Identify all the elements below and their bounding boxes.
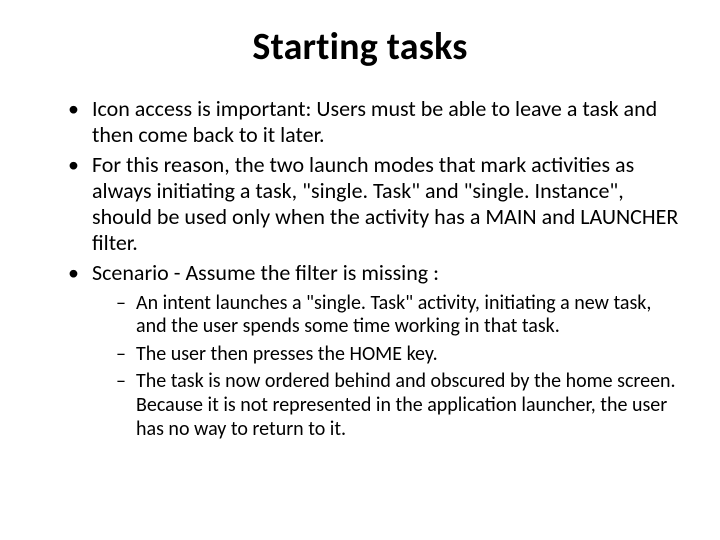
bullet-item: For this reason, the two launch modes th…	[68, 152, 680, 256]
sub-bullet-item: The task is now ordered behind and obscu…	[116, 370, 680, 441]
sub-bullet-text: The user then presses the HOME key.	[136, 342, 438, 366]
sub-bullet-item: The user then presses the HOME key.	[116, 343, 680, 367]
slide: Starting tasks Icon access is important:…	[0, 0, 720, 540]
sub-bullet-text: The task is now ordered behind and obscu…	[136, 369, 676, 440]
bullet-text: For this reason, the two launch modes th…	[92, 151, 678, 256]
slide-title: Starting tasks	[40, 24, 680, 70]
sub-bullet-list: An intent launches a "single. Task" acti…	[116, 292, 680, 442]
sub-bullet-item: An intent launches a "single. Task" acti…	[116, 292, 680, 339]
bullet-text: Scenario - Assume the filter is missing …	[92, 259, 439, 286]
bullet-item: Scenario - Assume the filter is missing …	[68, 260, 680, 442]
bullet-list: Icon access is important: Users must be …	[68, 96, 680, 441]
sub-bullet-text: An intent launches a "single. Task" acti…	[136, 291, 651, 339]
bullet-text: Icon access is important: Users must be …	[92, 95, 657, 148]
bullet-item: Icon access is important: Users must be …	[68, 96, 680, 148]
